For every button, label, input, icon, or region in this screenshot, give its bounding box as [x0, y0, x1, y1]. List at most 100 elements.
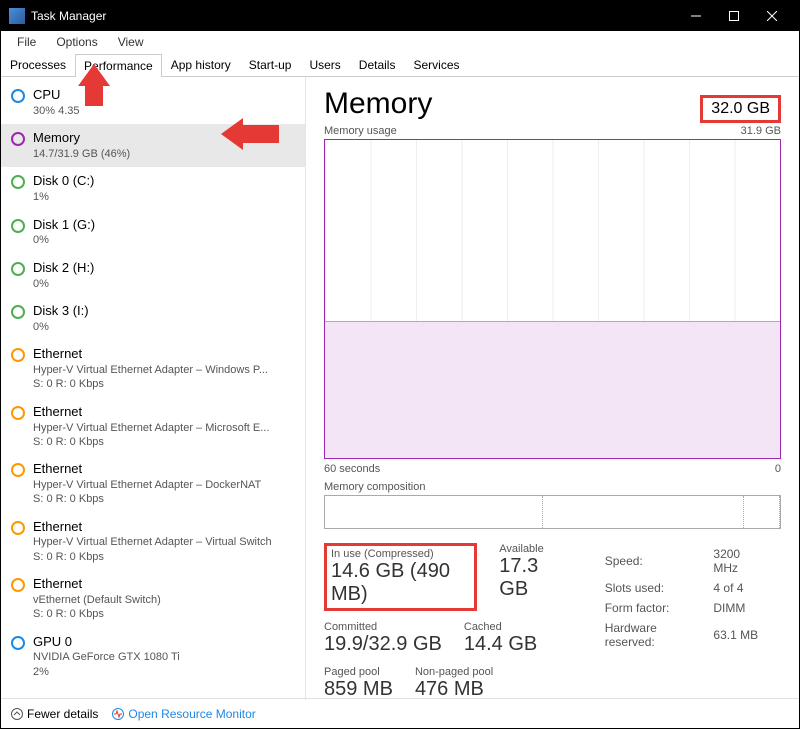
- tab-services[interactable]: Services: [404, 53, 468, 76]
- sidebar-item-sub: Hyper-V Virtual Ethernet Adapter – Micro…: [33, 421, 269, 435]
- sidebar-item-8[interactable]: EthernetHyper-V Virtual Ethernet Adapter…: [1, 455, 305, 512]
- page-title: Memory: [324, 87, 432, 121]
- sidebar-item-sub: 14.7/31.9 GB (46%): [33, 147, 130, 161]
- fewer-details-toggle[interactable]: Fewer details: [11, 707, 98, 721]
- sidebar-item-sub: Hyper-V Virtual Ethernet Adapter – Windo…: [33, 363, 268, 377]
- titlebar: Task Manager: [1, 1, 799, 31]
- slots-label: Slots used:: [605, 579, 712, 597]
- annotation-arrow-left: [221, 118, 279, 150]
- close-button[interactable]: [753, 1, 791, 31]
- sidebar-item-sub: Hyper-V Virtual Ethernet Adapter – Docke…: [33, 478, 261, 492]
- sidebar-item-label: Ethernet: [33, 461, 261, 478]
- sidebar-item-sub2: S: 0 R: 0 Kbps: [33, 377, 268, 391]
- sidebar-item-3[interactable]: Disk 1 (G:)0%: [1, 211, 305, 254]
- status-ring-icon: [11, 463, 25, 477]
- sidebar-item-sub2: S: 0 R: 0 Kbps: [33, 435, 269, 449]
- in-use-value: 14.6 GB (490 MB): [331, 560, 470, 606]
- sidebar-item-5[interactable]: Disk 3 (I:)0%: [1, 297, 305, 340]
- fewer-details-label: Fewer details: [27, 707, 98, 721]
- committed-label: Committed: [324, 621, 442, 633]
- axis-left: 60 seconds: [324, 463, 380, 475]
- sidebar-item-label: Ethernet: [33, 576, 161, 593]
- sidebar-item-sub: 0%: [33, 233, 95, 247]
- status-ring-icon: [11, 89, 25, 103]
- app-icon: [9, 8, 25, 24]
- sidebar-item-sub2: S: 0 R: 0 Kbps: [33, 550, 272, 564]
- nonpaged-value: 476 MB: [415, 678, 493, 700]
- sidebar-item-4[interactable]: Disk 2 (H:)0%: [1, 254, 305, 297]
- status-ring-icon: [11, 305, 25, 319]
- sidebar-item-sub: Hyper-V Virtual Ethernet Adapter – Virtu…: [33, 535, 272, 549]
- status-ring-icon: [11, 348, 25, 362]
- hw-reserved-label: Hardware reserved:: [605, 619, 712, 651]
- tab-bar: ProcessesPerformanceApp historyStart-upU…: [1, 53, 799, 77]
- memory-capacity: 32.0 GB: [700, 95, 781, 123]
- hw-reserved-value: 63.1 MB: [713, 619, 779, 651]
- chevron-up-icon: [11, 708, 23, 720]
- window-title: Task Manager: [31, 9, 677, 23]
- sidebar-item-11[interactable]: GPU 0NVIDIA GeForce GTX 1080 Ti2%: [1, 628, 305, 685]
- tab-start-up[interactable]: Start-up: [240, 53, 301, 76]
- status-ring-icon: [11, 521, 25, 535]
- sidebar-item-2[interactable]: Disk 0 (C:)1%: [1, 167, 305, 210]
- tab-details[interactable]: Details: [350, 53, 405, 76]
- status-ring-icon: [11, 578, 25, 592]
- menubar: File Options View: [1, 31, 799, 53]
- sidebar-item-9[interactable]: EthernetHyper-V Virtual Ethernet Adapter…: [1, 513, 305, 570]
- sidebar-item-label: Disk 2 (H:): [33, 260, 94, 277]
- sidebar-item-label: GPU 0: [33, 634, 180, 651]
- sidebar-item-sub: 1%: [33, 190, 94, 204]
- sidebar-item-label: CPU: [33, 87, 79, 104]
- annotation-arrow-up: [78, 64, 110, 106]
- graph-label: Memory usage: [324, 125, 397, 137]
- graph-max: 31.9 GB: [741, 125, 781, 137]
- stats-left: In use (Compressed) 14.6 GB (490 MB) Ava…: [324, 543, 563, 700]
- sidebar-item-7[interactable]: EthernetHyper-V Virtual Ethernet Adapter…: [1, 398, 305, 455]
- memory-composition-bar[interactable]: [324, 495, 781, 529]
- form-factor-label: Form factor:: [605, 599, 712, 617]
- menu-file[interactable]: File: [7, 33, 46, 51]
- sidebar-item-sub: 30% 4.35: [33, 104, 79, 118]
- sidebar[interactable]: CPU30% 4.35Memory14.7/31.9 GB (46%)Disk …: [1, 77, 306, 700]
- activity-icon: [112, 708, 124, 720]
- minimize-button[interactable]: [677, 1, 715, 31]
- in-use-label: In use (Compressed): [331, 548, 470, 560]
- status-ring-icon: [11, 262, 25, 276]
- axis-right: 0: [775, 463, 781, 475]
- sidebar-item-sub: 0%: [33, 320, 89, 334]
- stats-right: Speed:3200 MHz Slots used:4 of 4 Form fa…: [603, 543, 781, 700]
- footer: Fewer details Open Resource Monitor: [1, 698, 799, 728]
- sidebar-item-sub2: S: 0 R: 0 Kbps: [33, 607, 161, 621]
- menu-view[interactable]: View: [108, 33, 154, 51]
- sidebar-item-label: Disk 3 (I:): [33, 303, 89, 320]
- status-ring-icon: [11, 406, 25, 420]
- form-factor-value: DIMM: [713, 599, 779, 617]
- cached-label: Cached: [464, 621, 537, 633]
- resource-monitor-link[interactable]: Open Resource Monitor: [112, 707, 255, 721]
- composition-label: Memory composition: [324, 481, 781, 493]
- cached-value: 14.4 GB: [464, 633, 537, 656]
- sidebar-item-label: Ethernet: [33, 346, 268, 363]
- status-ring-icon: [11, 636, 25, 650]
- slots-value: 4 of 4: [713, 579, 779, 597]
- tab-processes[interactable]: Processes: [1, 53, 75, 76]
- speed-value: 3200 MHz: [713, 545, 779, 577]
- resource-monitor-text: Open Resource Monitor: [128, 707, 255, 721]
- memory-usage-graph[interactable]: [324, 139, 781, 459]
- sidebar-item-sub2: S: 0 R: 0 Kbps: [33, 492, 261, 506]
- nonpaged-label: Non-paged pool: [415, 666, 493, 678]
- sidebar-item-label: Ethernet: [33, 519, 272, 536]
- status-ring-icon: [11, 175, 25, 189]
- menu-options[interactable]: Options: [46, 33, 107, 51]
- sidebar-item-sub: vEthernet (Default Switch): [33, 593, 161, 607]
- sidebar-item-6[interactable]: EthernetHyper-V Virtual Ethernet Adapter…: [1, 340, 305, 397]
- sidebar-item-10[interactable]: EthernetvEthernet (Default Switch)S: 0 R…: [1, 570, 305, 627]
- status-ring-icon: [11, 132, 25, 146]
- speed-label: Speed:: [605, 545, 712, 577]
- tab-app-history[interactable]: App history: [162, 53, 240, 76]
- maximize-button[interactable]: [715, 1, 753, 31]
- tab-users[interactable]: Users: [300, 53, 349, 76]
- sidebar-item-sub: 0%: [33, 277, 94, 291]
- available-label: Available: [499, 543, 562, 555]
- detail-pane: Memory 32.0 GB Memory usage 31.9 GB 60 s…: [306, 77, 799, 700]
